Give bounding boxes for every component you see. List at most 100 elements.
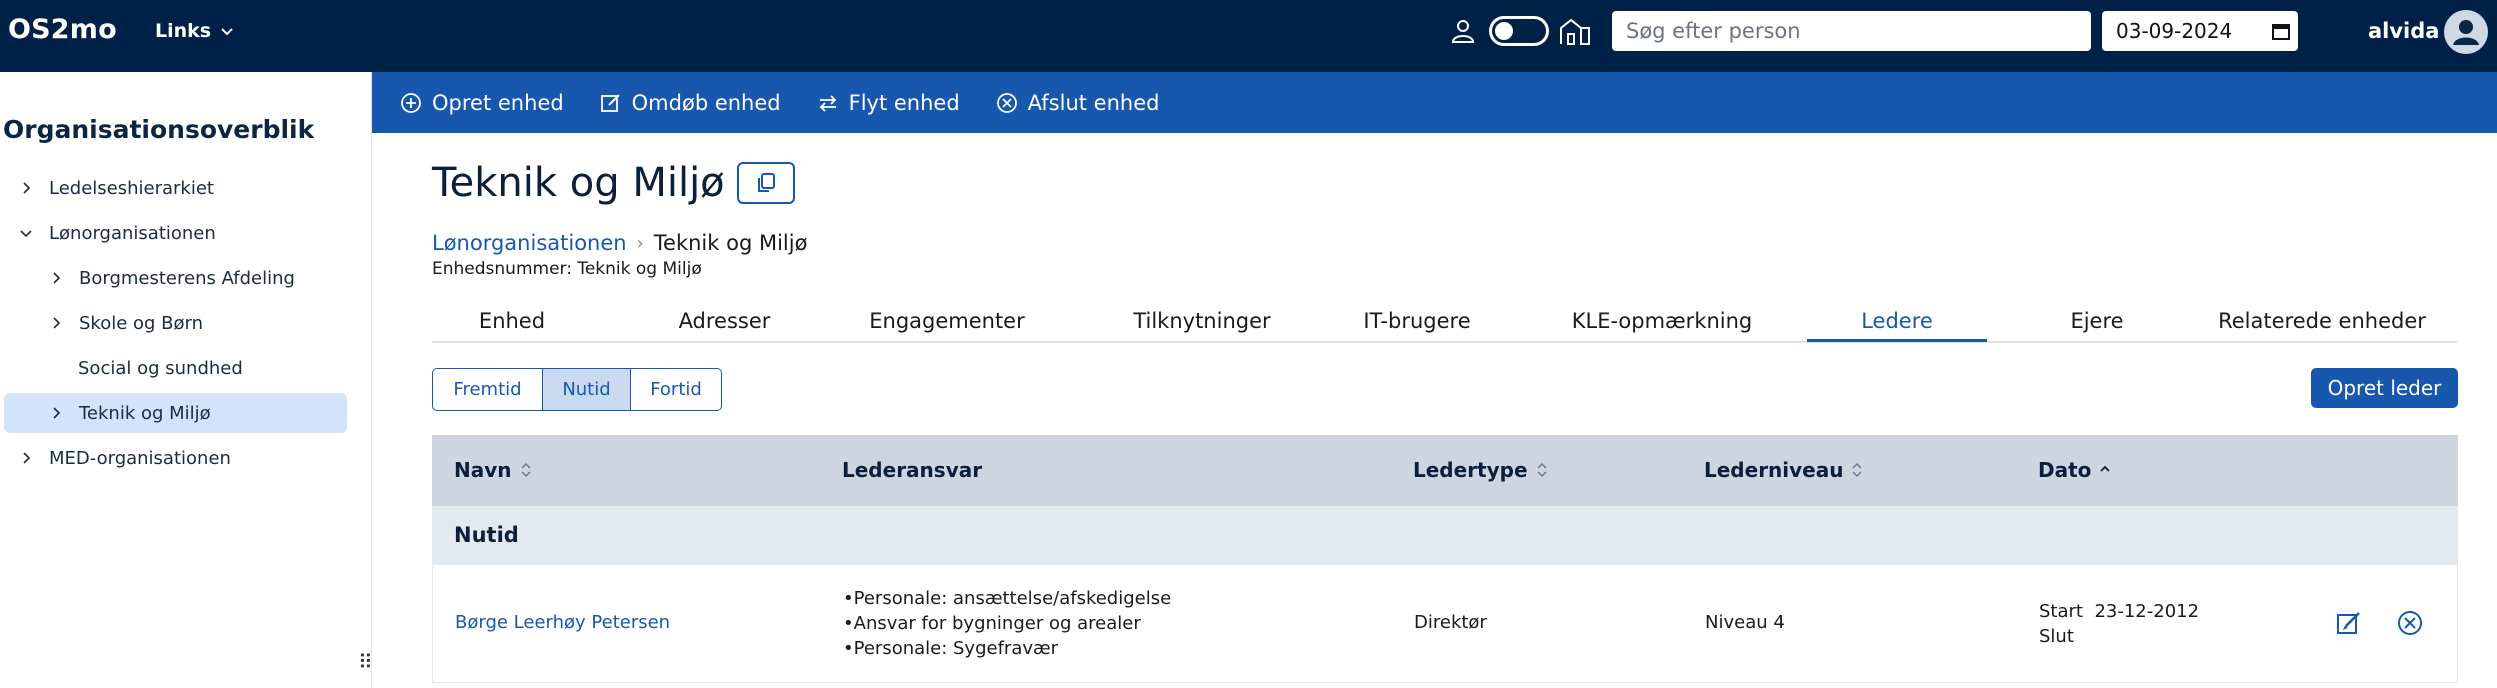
filter-nutid[interactable]: Nutid	[543, 369, 631, 410]
tab-tilknytninger[interactable]: Tilknytninger	[1102, 309, 1302, 333]
toggle-knob	[1495, 22, 1513, 40]
start-date: 23-12-2012	[2094, 601, 2200, 622]
sidebar-item-med-organisationen[interactable]: MED-organisationen	[18, 438, 231, 478]
chevron-right-icon[interactable]	[18, 180, 34, 196]
breadcrumb: Lønorganisationen › Teknik og Miljø	[432, 231, 807, 255]
arrows-left-right-icon	[819, 94, 836, 112]
manager-type-cell: Direktør	[1414, 612, 1487, 633]
sidebar-item-label: Ledelseshierarkiet	[49, 177, 214, 199]
app-logo[interactable]: OS2mo	[8, 14, 117, 45]
column-label: Lederansvar	[842, 458, 983, 482]
tab-relaterede-enheder[interactable]: Relaterede enheder	[2192, 309, 2452, 333]
sidebar-item-label: Lønorganisationen	[49, 222, 216, 244]
sidebar-item-label: Teknik og Miljø	[79, 402, 211, 424]
tab-bar: Enhed Adresser Engagementer Tilknytninge…	[432, 305, 2457, 343]
start-label: Start	[2039, 601, 2083, 622]
responsibility-item: Ansvar for bygninger og arealer	[843, 611, 1171, 636]
breadcrumb-current: Teknik og Miljø	[653, 231, 808, 255]
column-header-ledertype[interactable]: Ledertype	[1413, 458, 1548, 482]
breadcrumb-parent-link[interactable]: Lønorganisationen	[432, 231, 627, 255]
filter-fortid[interactable]: Fortid	[631, 369, 721, 410]
user-avatar-icon	[2453, 20, 2479, 45]
column-header-dato[interactable]: Dato	[2038, 458, 2111, 482]
chevron-right-icon[interactable]	[48, 270, 64, 286]
edit-icon[interactable]	[2335, 609, 2363, 637]
column-header-lederansvar: Lederansvar	[842, 458, 982, 482]
links-label: Links	[155, 20, 212, 42]
sort-icon	[520, 462, 531, 478]
person-icon	[1451, 20, 1475, 43]
sort-icon	[1537, 462, 1547, 478]
chevron-right-icon[interactable]	[48, 315, 64, 331]
chevron-right-icon[interactable]	[18, 450, 34, 466]
action-bar: Opret enhed Omdøb enhed Flyt enhed Afslu…	[372, 72, 2497, 133]
links-menu[interactable]: Links	[155, 20, 235, 42]
date-value: 03-09-2024	[2116, 19, 2233, 43]
tab-kle-opmaerkning[interactable]: KLE-opmærkning	[1562, 309, 1762, 333]
time-filter: Fremtid Nutid Fortid	[432, 368, 722, 411]
column-header-navn[interactable]: Navn	[454, 458, 532, 482]
x-circle-icon[interactable]	[2396, 609, 2424, 637]
column-header-lederniveau[interactable]: Lederniveau	[1704, 458, 1863, 482]
chevron-down-icon	[221, 28, 233, 36]
sidebar-item-lonorganisationen[interactable]: Lønorganisationen	[18, 213, 216, 253]
column-label: Navn	[454, 458, 512, 482]
group-row: Nutid	[432, 506, 2458, 565]
copy-icon	[758, 173, 775, 192]
sidebar-title: Organisationsoverblik	[3, 115, 315, 144]
sidebar-item-label: MED-organisationen	[49, 447, 231, 469]
manager-name-cell: Børge Leerhøy Petersen	[455, 612, 670, 633]
sidebar-item-skole-og-born[interactable]: Skole og Børn	[48, 303, 203, 343]
calendar-icon	[2272, 24, 2291, 40]
sort-ascending-icon	[2100, 465, 2111, 472]
move-unit-button[interactable]: Flyt enhed	[817, 91, 960, 115]
terminate-unit-button[interactable]: Afslut enhed	[996, 90, 1160, 115]
active-tab-indicator	[1807, 339, 1987, 342]
chevron-down-icon[interactable]	[18, 225, 34, 241]
search-input[interactable]	[1612, 11, 2091, 51]
tab-enhed[interactable]: Enhed	[462, 309, 562, 333]
tab-ledere[interactable]: Ledere	[1807, 309, 1987, 333]
x-circle-icon	[996, 92, 1017, 113]
sort-icon	[1852, 462, 1863, 478]
date-cell: Start 23-12-2012 Slut	[2039, 599, 2199, 649]
responsibility-item: Personale: Sygefravær	[843, 636, 1171, 661]
tab-engagementer[interactable]: Engagementer	[852, 309, 1042, 333]
create-unit-button[interactable]: Opret enhed	[400, 91, 564, 115]
sidebar-resize-handle[interactable]: ⠿	[358, 650, 373, 674]
create-manager-button[interactable]: Opret leder	[2311, 368, 2458, 408]
plus-circle-icon	[401, 92, 421, 113]
end-label: Slut	[2039, 626, 2074, 647]
avatar[interactable]	[2444, 10, 2488, 54]
managers-table: Navn Lederansvar Ledertype Lederniveau D…	[432, 435, 2458, 683]
sidebar-item-label: Borgmesterens Afdeling	[79, 267, 295, 289]
terminate-unit-label: Afslut enhed	[1027, 90, 1160, 115]
organisation-icon	[1560, 18, 1590, 45]
column-label: Ledertype	[1413, 458, 1528, 482]
unit-number: Enhedsnummer: Teknik og Miljø	[432, 259, 702, 279]
sidebar-item-label: Skole og Børn	[79, 312, 204, 334]
copy-button[interactable]	[737, 162, 795, 204]
responsibility-list: Personale: ansættelse/afskedigelse Ansva…	[843, 586, 1172, 661]
table-header: Navn Lederansvar Ledertype Lederniveau D…	[432, 435, 2458, 506]
tab-adresser[interactable]: Adresser	[652, 309, 797, 333]
filter-fremtid[interactable]: Fremtid	[433, 369, 543, 410]
sidebar: Organisationsoverblik Ledelseshierarkiet…	[0, 72, 373, 688]
top-header: OS2mo Links 03-09-2024 alvida	[0, 0, 2497, 72]
rename-unit-button[interactable]: Omdøb enhed	[600, 91, 781, 115]
tab-ejere[interactable]: Ejere	[2032, 309, 2162, 333]
sidebar-item-ledelseshierarkiet[interactable]: Ledelseshierarkiet	[18, 168, 214, 208]
manager-level-cell: Niveau 4	[1705, 612, 1785, 633]
date-picker[interactable]: 03-09-2024	[2102, 11, 2298, 51]
person-org-toggle[interactable]	[1489, 16, 1549, 46]
tab-it-brugere[interactable]: IT-brugere	[1342, 309, 1492, 333]
sidebar-item-teknik-og-miljo[interactable]: Teknik og Miljø	[4, 393, 347, 433]
sidebar-item-borgmesterens-afdeling[interactable]: Borgmesterens Afdeling	[48, 258, 295, 298]
sidebar-item-social-og-sundhed[interactable]: Social og sundhed	[78, 348, 243, 388]
manager-name-link[interactable]: Børge Leerhøy Petersen	[455, 612, 670, 633]
create-unit-label: Opret enhed	[432, 90, 564, 115]
user-name[interactable]: alvida	[2368, 19, 2439, 43]
edit-icon	[600, 93, 620, 112]
chevron-right-icon[interactable]	[48, 405, 64, 421]
column-label: Lederniveau	[1704, 458, 1844, 482]
